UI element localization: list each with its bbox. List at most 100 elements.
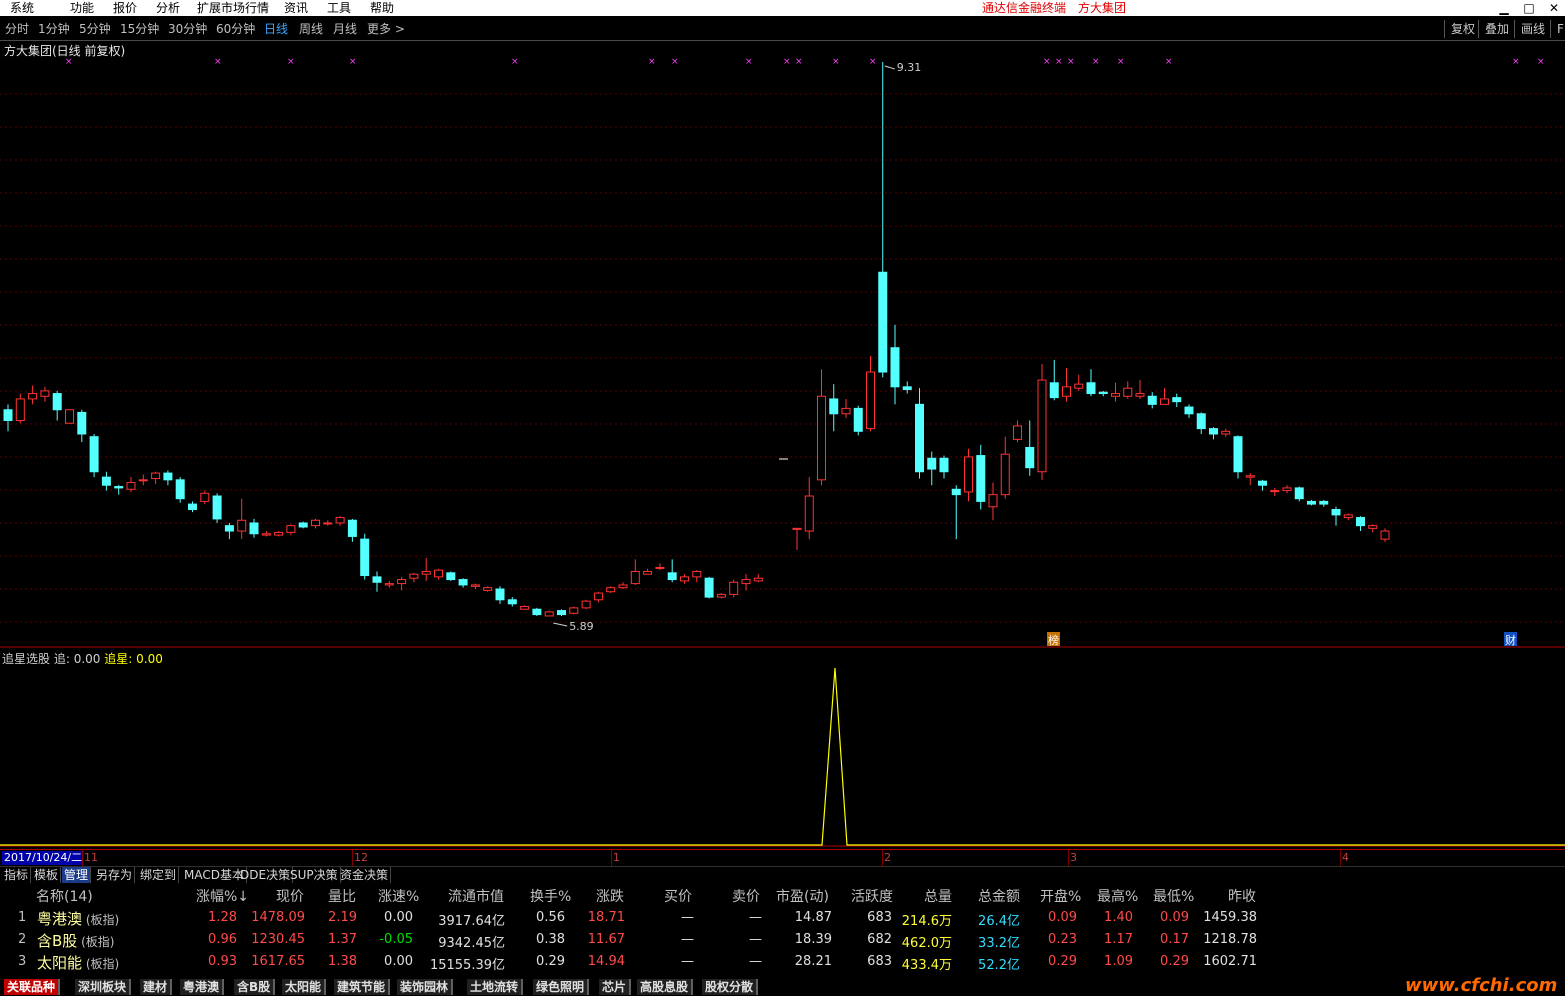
event-marker-icon[interactable]: × [783, 57, 791, 67]
sector-tab[interactable]: 太阳能 [282, 979, 327, 995]
sector-tab[interactable]: 含B股 [234, 979, 276, 995]
candle-body [286, 525, 296, 533]
event-marker-icon[interactable]: × [1055, 57, 1063, 67]
sector-name[interactable]: 粤港澳 (板指) [37, 908, 119, 929]
close-icon[interactable]: ✕ [1543, 0, 1565, 16]
col-header-ask[interactable]: 卖价 [732, 886, 760, 906]
event-marker-icon[interactable]: × [832, 57, 840, 67]
tab-save-as[interactable]: 另存为 [94, 867, 136, 883]
event-marker-icon[interactable]: × [1117, 57, 1125, 67]
event-marker-icon[interactable]: × [1512, 57, 1520, 67]
indicator-tool-tabs: 指标 模板 管理 另存为 绑定到 MACD基本 DDE决策 SUP决策 资金决策 [0, 866, 1565, 884]
col-header-open-pct[interactable]: 开盘% [1040, 886, 1081, 906]
menu-item-tools[interactable]: 工具 [327, 0, 351, 16]
tab-dde[interactable]: DDE决策 [238, 867, 294, 883]
maximize-icon[interactable]: □ [1518, 0, 1540, 16]
sector-tab[interactable]: 股权分散 [702, 979, 759, 995]
col-header-bid[interactable]: 买价 [664, 886, 692, 906]
table-cell: 33.2亿 [978, 936, 1020, 951]
sector-tab[interactable]: 土地流转 [467, 979, 524, 995]
sector-name[interactable]: 太阳能 (板指) [37, 952, 119, 973]
table-cell: 14.94 [587, 954, 625, 969]
tick-label: 2 [884, 851, 891, 864]
table-cell: -0.05 [379, 932, 413, 947]
candle-body [1221, 430, 1231, 435]
period-60min[interactable]: 60分钟 [216, 21, 255, 37]
candle-body [372, 576, 382, 583]
menu-item-news[interactable]: 资讯 [284, 0, 308, 16]
high-arrow [884, 65, 895, 70]
period-weekly[interactable]: 周线 [299, 21, 323, 37]
menu-item-quote[interactable]: 报价 [113, 0, 137, 16]
event-marker-icon[interactable]: × [1537, 57, 1545, 67]
col-header-price[interactable]: 现价 [276, 886, 304, 906]
col-header-speed[interactable]: 涨速% [378, 886, 419, 906]
candlestick-chart[interactable]: 9.315.89× × × × × × × × × × × × × × × × × × × ×榜财 [0, 40, 1565, 648]
period-daily[interactable]: 日线 [264, 21, 288, 37]
event-marker-icon[interactable]: × [511, 57, 519, 67]
event-marker-icon[interactable]: × [214, 57, 222, 67]
sector-tab[interactable]: 粤港澳 [180, 979, 225, 995]
col-header-turnover[interactable]: 换手% [530, 886, 571, 906]
table-cell: 11.67 [587, 932, 625, 947]
period-5min[interactable]: 5分钟 [79, 21, 111, 37]
event-marker-icon[interactable]: × [1165, 57, 1173, 67]
menu-item-help[interactable]: 帮助 [370, 0, 394, 16]
sector-tab[interactable]: 深圳板块 [75, 979, 132, 995]
tab-sup[interactable]: SUP决策 [288, 867, 341, 883]
col-header-name[interactable]: 名称(14) [36, 886, 93, 906]
menu-item-function[interactable]: 功能 [70, 0, 94, 16]
tick-line [352, 850, 353, 866]
tab-manage[interactable]: 管理 [62, 867, 92, 883]
period-1min[interactable]: 1分钟 [38, 21, 70, 37]
event-marker-icon[interactable]: × [671, 57, 679, 67]
minimize-icon[interactable]: ▁ [1493, 0, 1515, 16]
sector-tab[interactable]: 芯片 [599, 979, 632, 995]
menu-item-analysis[interactable]: 分析 [156, 0, 180, 16]
event-marker-icon[interactable]: × [1092, 57, 1100, 67]
period-15min[interactable]: 15分钟 [120, 21, 159, 37]
sector-name[interactable]: 含B股 (板指) [37, 930, 114, 951]
period-fenshi[interactable]: 分时 [5, 21, 29, 37]
period-monthly[interactable]: 月线 [333, 21, 357, 37]
table-cell: 1602.71 [1203, 954, 1257, 969]
tab-template[interactable]: 模板 [32, 867, 62, 883]
period-30min[interactable]: 30分钟 [168, 21, 207, 37]
event-marker-icon[interactable]: × [1067, 57, 1075, 67]
menu-item-extended-market[interactable]: 扩展市场行情 [197, 0, 269, 16]
tab-bind-to[interactable]: 绑定到 [138, 867, 180, 883]
col-header-change-pct[interactable]: 涨幅%↓ [196, 886, 249, 906]
overlay-button[interactable]: 叠加 [1478, 20, 1509, 38]
sector-tab[interactable]: 关联品种 [4, 979, 61, 995]
col-header-high-pct[interactable]: 最高% [1097, 886, 1138, 906]
sector-tab[interactable]: 绿色照明 [533, 979, 590, 995]
col-header-activity[interactable]: 活跃度 [851, 886, 893, 906]
tab-indicator[interactable]: 指标 [2, 867, 32, 883]
event-marker-icon[interactable]: × [795, 57, 803, 67]
col-header-float-cap[interactable]: 流通市值 [448, 886, 504, 906]
col-header-change[interactable]: 涨跌 [596, 886, 624, 906]
event-marker-icon[interactable]: × [745, 57, 753, 67]
draw-line-button[interactable]: 画线 [1514, 20, 1545, 38]
col-header-volume[interactable]: 总量 [924, 886, 952, 906]
sector-tab[interactable]: 装饰园林 [397, 979, 454, 995]
fuquan-button[interactable]: 复权 [1444, 20, 1475, 38]
event-marker-icon[interactable]: × [287, 57, 295, 67]
event-marker-icon[interactable]: × [869, 57, 877, 67]
col-header-amount[interactable]: 总金额 [978, 886, 1020, 906]
sector-tab[interactable]: 高股息股 [637, 979, 694, 995]
col-header-volume-ratio[interactable]: 量比 [328, 886, 356, 906]
menu-item-system[interactable]: 系统 [10, 0, 34, 16]
event-marker-icon[interactable]: × [349, 57, 357, 67]
col-header-low-pct[interactable]: 最低% [1153, 886, 1194, 906]
tab-fund[interactable]: 资金决策 [338, 867, 392, 883]
event-marker-icon[interactable]: × [1043, 57, 1051, 67]
col-header-prev-close[interactable]: 昨收 [1228, 886, 1256, 906]
sector-tab[interactable]: 建筑节能 [334, 979, 391, 995]
sector-tab[interactable]: 建材 [140, 979, 173, 995]
indicator-panel[interactable] [0, 648, 1565, 848]
col-header-pe[interactable]: 市盈(动) [776, 886, 829, 906]
event-marker-icon[interactable]: × [648, 57, 656, 67]
period-more[interactable]: 更多 > [367, 21, 405, 37]
f-button[interactable]: F [1550, 20, 1564, 38]
